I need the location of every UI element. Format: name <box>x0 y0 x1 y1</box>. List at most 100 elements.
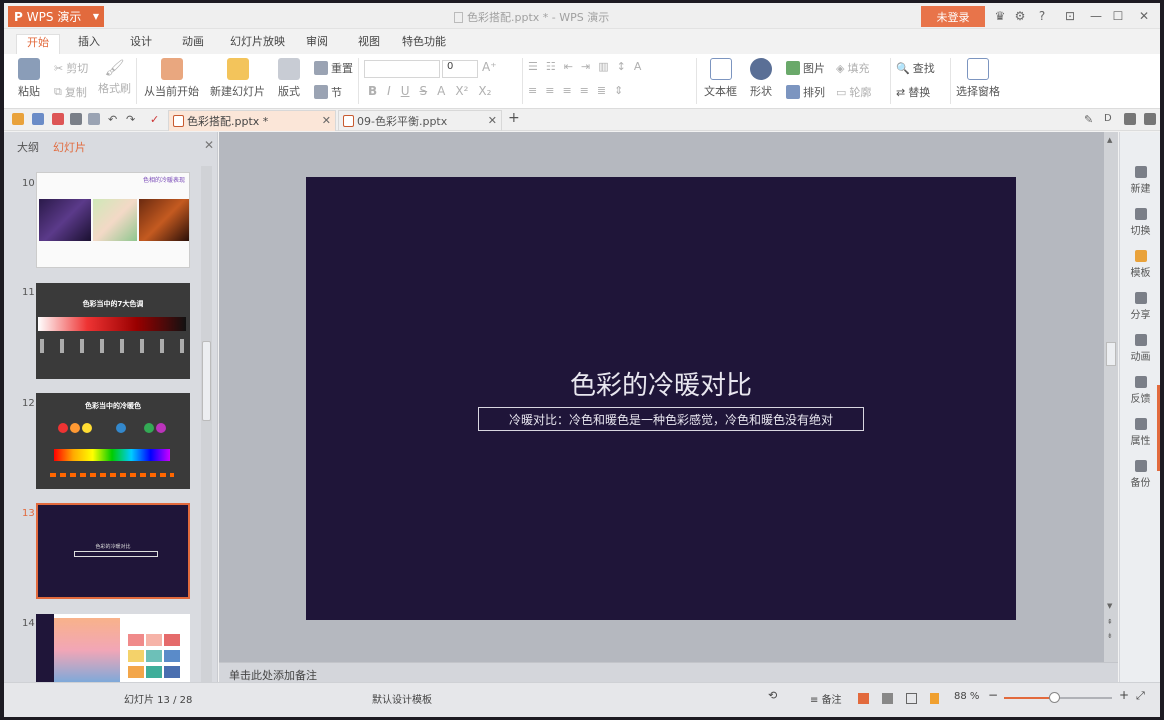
font-name-select[interactable] <box>364 60 440 78</box>
fit-window-icon[interactable]: ⤢ <box>1136 689 1145 703</box>
italic-icon[interactable]: I <box>387 84 391 98</box>
prev-slide-icon[interactable]: ⇞ <box>1107 618 1113 626</box>
close-tab-icon[interactable]: ✕ <box>488 114 497 127</box>
outline-button[interactable]: ▭ 轮廓 <box>836 84 871 100</box>
cut-button[interactable]: ✂ 剪切 <box>54 60 88 76</box>
notes-pane[interactable]: 单击此处添加备注 <box>219 662 1118 682</box>
copy-button[interactable]: ⧉ 复制 <box>54 84 87 100</box>
scrollbar-thumb[interactable] <box>1106 342 1116 366</box>
doc-d-icon[interactable]: D <box>1104 113 1116 125</box>
arrange-button[interactable]: 排列 <box>786 84 825 100</box>
text-direction-icon[interactable]: A <box>634 60 642 73</box>
sorter-view-icon[interactable] <box>882 693 893 704</box>
sidebar-share[interactable]: 分享 <box>1120 292 1160 321</box>
panel-scrollbar[interactable] <box>201 166 212 682</box>
underline-icon[interactable]: U <box>401 84 410 98</box>
vertical-align-icon[interactable]: ⇕ <box>614 84 623 97</box>
slide-thumbnail[interactable]: 色彩当中的冷暖色 <box>36 393 190 489</box>
reset-button[interactable]: 重置 <box>314 60 353 76</box>
align-right-icon[interactable]: ≡ <box>562 84 571 97</box>
undo-icon[interactable]: ↶ <box>108 113 120 126</box>
distribute-icon[interactable]: ≣ <box>597 84 606 97</box>
tab-slideshow[interactable]: 幻灯片放映 <box>220 34 295 54</box>
selection-pane-button[interactable]: 选择窗格 <box>956 58 1000 99</box>
strikethrough-icon[interactable]: S <box>420 84 428 98</box>
new-tab-icon[interactable]: + <box>508 110 520 126</box>
slide-title[interactable]: 色彩的冷暖对比 <box>306 365 1016 402</box>
font-size-select[interactable]: 0 <box>442 60 478 78</box>
decrease-indent-icon[interactable]: ⇤ <box>564 60 573 73</box>
history-icon[interactable]: ⟲ <box>768 689 777 702</box>
slideshow-icon[interactable] <box>930 693 939 704</box>
sidebar-expand-handle[interactable] <box>1157 385 1160 471</box>
increase-indent-icon[interactable]: ⇥ <box>581 60 590 73</box>
zoom-in-icon[interactable]: + <box>1119 688 1129 702</box>
maximize-icon[interactable]: ☐ <box>1110 8 1126 24</box>
font-grow-button[interactable]: A⁺ <box>482 60 497 74</box>
close-icon[interactable]: ✕ <box>1136 8 1152 24</box>
scroll-up-icon[interactable]: ▲ <box>1107 136 1112 144</box>
from-current-button[interactable]: 从当前开始 <box>144 58 199 99</box>
zoom-out-icon[interactable]: − <box>988 688 998 702</box>
doc-toolbar-icon[interactable] <box>1144 113 1156 125</box>
login-button[interactable]: 未登录 <box>921 6 985 27</box>
replace-button[interactable]: ⇄ 替换 <box>896 84 930 100</box>
align-left-icon[interactable]: ≡ <box>528 84 537 97</box>
shape-button[interactable]: 形状 <box>750 58 772 99</box>
slide-thumbnail[interactable] <box>36 614 190 682</box>
scrollbar-thumb[interactable] <box>202 341 211 421</box>
line-spacing-icon[interactable]: ↕ <box>617 60 626 73</box>
tab-slides[interactable]: 幻灯片 <box>53 139 86 155</box>
tab-features[interactable]: 特色功能 <box>392 34 456 54</box>
picture-button[interactable]: 图片 <box>786 60 825 76</box>
open-icon[interactable] <box>12 113 24 125</box>
slide-thumbnail[interactable]: 色彩当中的7大色调 <box>36 283 190 379</box>
sidebar-properties[interactable]: 属性 <box>1120 418 1160 447</box>
tab-design[interactable]: 设计 <box>120 34 162 54</box>
help-icon[interactable]: ? <box>1034 8 1050 24</box>
app-menu-button[interactable]: P WPS 演示 ▼ <box>8 6 104 27</box>
paste-button[interactable]: 粘贴 <box>18 58 40 99</box>
numbering-icon[interactable]: ☷ <box>546 60 556 73</box>
tab-outline[interactable]: 大纲 <box>17 139 39 155</box>
notes-toggle[interactable]: ≡ 备注 <box>810 691 842 706</box>
find-button[interactable]: 🔍 查找 <box>896 60 935 76</box>
fill-button[interactable]: ◈ 填充 <box>836 60 869 76</box>
sidebar-animation[interactable]: 动画 <box>1120 334 1160 363</box>
textbox-button[interactable]: 文本框 <box>704 58 737 99</box>
fullscreen-icon[interactable]: ⊡ <box>1062 8 1078 24</box>
zoom-level[interactable]: 88 % <box>954 691 979 702</box>
customize-icon[interactable]: ✓ <box>150 113 162 126</box>
tab-home[interactable]: 开始 <box>16 34 60 54</box>
superscript-icon[interactable]: X² <box>455 84 468 98</box>
close-tab-icon[interactable]: ✕ <box>322 114 331 127</box>
canvas-scrollbar[interactable]: ▲ ▼ ⇞ ⇟ <box>1104 132 1118 662</box>
bold-icon[interactable]: B <box>368 84 377 98</box>
next-slide-icon[interactable]: ⇟ <box>1107 632 1113 640</box>
sidebar-new[interactable]: 新建 <box>1120 166 1160 195</box>
sidebar-template[interactable]: 模板 <box>1120 250 1160 279</box>
pin-icon[interactable]: ✎ <box>1084 113 1096 126</box>
save-icon[interactable] <box>32 113 44 125</box>
close-icon[interactable]: ✕ <box>204 138 214 152</box>
sidebar-switch[interactable]: 切换 <box>1120 208 1160 237</box>
section-button[interactable]: 节 <box>314 84 342 100</box>
new-slide-button[interactable]: 新建幻灯片 <box>210 58 265 99</box>
doc-tab[interactable]: 09-色彩平衡.pptx ✕ <box>338 110 502 131</box>
justify-icon[interactable]: ≡ <box>580 84 589 97</box>
sidebar-backup[interactable]: 备份 <box>1120 460 1160 489</box>
tab-animation[interactable]: 动画 <box>172 34 214 54</box>
slide[interactable]: 色彩的冷暖对比 冷暖对比：冷色和暖色是一种色彩感觉，冷色和暖色没有绝对 <box>306 177 1016 620</box>
doc-toolbar-icon[interactable] <box>1124 113 1136 125</box>
reading-view-icon[interactable] <box>906 693 917 704</box>
bullets-icon[interactable]: ☰ <box>528 60 538 73</box>
normal-view-icon[interactable] <box>858 693 869 704</box>
layout-button[interactable]: 版式 <box>278 58 300 99</box>
slide-thumbnail[interactable]: 色相的冷暖表现 <box>36 172 190 268</box>
font-color-icon[interactable]: A <box>437 84 445 98</box>
slide-thumbnail-active[interactable]: 色彩的冷暖对比 <box>36 503 190 599</box>
settings-icon[interactable]: ⚙ <box>1012 8 1028 24</box>
tab-view[interactable]: 视图 <box>348 34 390 54</box>
slide-subtitle-textbox[interactable]: 冷暖对比：冷色和暖色是一种色彩感觉，冷色和暖色没有绝对 <box>478 407 864 431</box>
scroll-down-icon[interactable]: ▼ <box>1107 602 1112 610</box>
